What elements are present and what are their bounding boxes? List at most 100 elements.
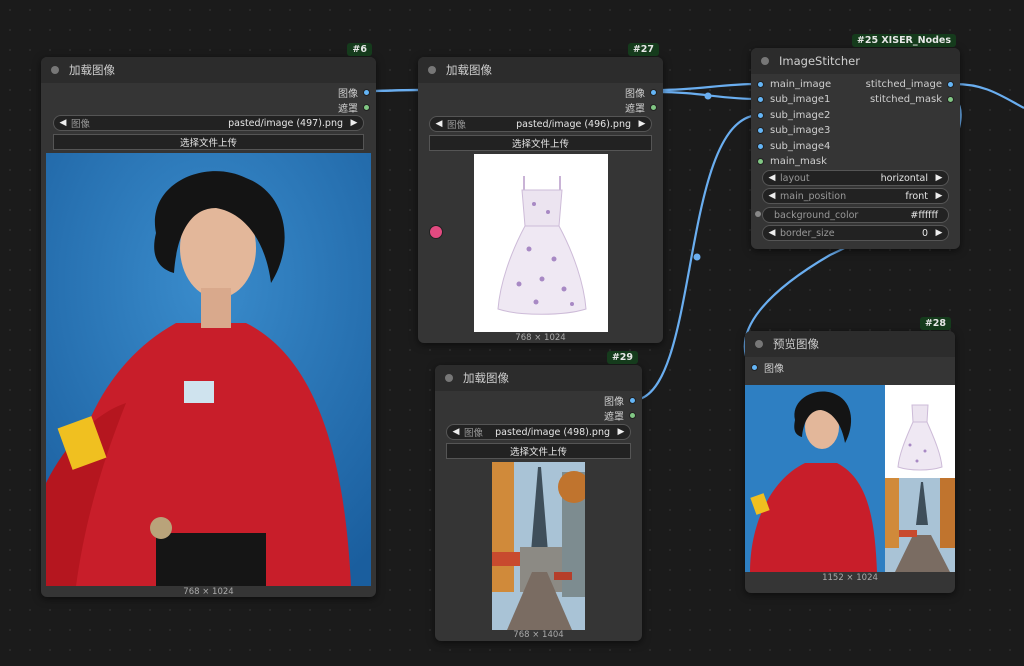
image-preview-paris-street [492, 462, 585, 630]
output-stitched-image[interactable]: stitched_image [866, 79, 954, 90]
wire-27-to-main [656, 82, 759, 92]
arrow-right-icon[interactable]: ▶ [637, 119, 647, 129]
image-stitcher-node-25[interactable]: #25 XISER_Nodes ImageStitcher main_image… [751, 34, 960, 249]
input-sub-image4[interactable]: sub_image4 [757, 141, 830, 152]
node-id-badge: #27 [627, 43, 659, 56]
mask-slot-icon[interactable] [947, 96, 954, 103]
arrow-right-icon[interactable]: ▶ [616, 427, 626, 437]
collapse-dot-icon[interactable] [761, 57, 769, 65]
input-sub-image1[interactable]: sub_image1 [757, 94, 830, 105]
output-image[interactable]: 图像 [604, 393, 636, 408]
image-size-caption: 768 × 1404 [513, 630, 564, 640]
mask-slot-icon[interactable] [363, 104, 370, 111]
output-mask[interactable]: 遮罩 [604, 408, 636, 423]
image-size-caption: 768 × 1024 [515, 333, 566, 343]
image-file-combo[interactable]: ◀ 图像 pasted/image (496).png ▶ [429, 116, 652, 132]
node-header[interactable]: 预览图像 [745, 331, 955, 357]
input-label: sub_image3 [770, 125, 831, 136]
arrow-left-icon[interactable]: ◀ [767, 173, 777, 183]
load-image-node-27[interactable]: #27 加载图像 图像 遮罩 ◀ 图像 pasted/image (496).p… [418, 43, 663, 343]
node-title: 加载图像 [463, 371, 509, 385]
wire-27-to-sub1 [656, 90, 759, 101]
arrow-right-icon[interactable]: ▶ [934, 173, 944, 183]
node-title: 加载图像 [446, 63, 492, 77]
image-file-combo[interactable]: ◀ 图像 pasted/image (497).png ▶ [53, 115, 364, 131]
output-mask[interactable]: 遮罩 [338, 100, 370, 115]
arrow-left-icon[interactable]: ◀ [767, 228, 777, 238]
input-label: 图像 [764, 364, 784, 375]
output-label: stitched_image [865, 79, 942, 90]
background-color-field[interactable]: background_color #ffffff [762, 207, 949, 223]
output-mask[interactable]: 遮罩 [625, 100, 657, 115]
image-slot-icon[interactable] [751, 364, 758, 371]
arrow-left-icon[interactable]: ◀ [767, 191, 777, 201]
input-main-image[interactable]: main_image [757, 79, 831, 90]
widget-input-dot-icon[interactable] [755, 211, 761, 217]
node-canvas[interactable]: #6 加载图像 图像 遮罩 ◀ 图像 pasted/image (497).pn… [0, 0, 1024, 666]
wire-reroute-dot [704, 92, 712, 100]
input-sub-image3[interactable]: sub_image3 [757, 125, 830, 136]
node-header[interactable]: 加载图像 [418, 57, 663, 83]
image-size-caption: 1152 × 1024 [822, 573, 878, 583]
combo-label: layout [780, 172, 810, 184]
node-header[interactable]: 加载图像 [41, 57, 376, 83]
main-position-combo[interactable]: ◀ main_position front ▶ [762, 188, 949, 204]
wire-6-to-main [369, 88, 419, 93]
stepper-value: 0 [921, 227, 928, 239]
mask-slot-icon[interactable] [757, 158, 764, 165]
collapse-dot-icon[interactable] [755, 340, 763, 348]
upload-button[interactable]: 选择文件上传 [446, 443, 631, 459]
node-header[interactable]: 加载图像 [435, 365, 642, 391]
layout-combo[interactable]: ◀ layout horizontal ▶ [762, 170, 949, 186]
arrow-right-icon[interactable]: ▶ [934, 191, 944, 201]
image-slot-icon[interactable] [947, 81, 954, 88]
input-label: sub_image2 [770, 110, 831, 121]
collapse-dot-icon[interactable] [428, 66, 436, 74]
output-image[interactable]: 图像 [338, 85, 370, 100]
image-slot-icon[interactable] [757, 96, 764, 103]
mask-slot-icon[interactable] [629, 412, 636, 419]
collapse-dot-icon[interactable] [445, 374, 453, 382]
output-image[interactable]: 图像 [625, 85, 657, 100]
arrow-right-icon[interactable]: ▶ [934, 228, 944, 238]
image-slot-icon[interactable] [757, 81, 764, 88]
stepper-label: border_size [780, 227, 835, 239]
image-slot-icon[interactable] [757, 143, 764, 150]
field-label: background_color [774, 209, 859, 221]
combo-value: pasted/image (498).png [495, 426, 610, 438]
border-size-stepper[interactable]: ◀ border_size 0 ▶ [762, 225, 949, 241]
image-slot-icon[interactable] [629, 397, 636, 404]
image-file-combo[interactable]: ◀ 图像 pasted/image (498).png ▶ [446, 424, 631, 440]
node-header[interactable]: ImageStitcher [751, 48, 960, 74]
mask-slot-icon[interactable] [650, 104, 657, 111]
image-slot-icon[interactable] [757, 127, 764, 134]
arrow-left-icon[interactable]: ◀ [434, 119, 444, 129]
input-image[interactable]: 图像 [751, 360, 784, 375]
arrow-left-icon[interactable]: ◀ [451, 427, 461, 437]
upload-button[interactable]: 选择文件上传 [53, 134, 364, 150]
wire-27-image-in [369, 88, 419, 93]
node-title: 加载图像 [69, 63, 115, 77]
node-id-badge: #28 [919, 317, 951, 330]
image-slot-icon[interactable] [650, 89, 657, 96]
wire-reroute-dot [693, 253, 701, 261]
wire-out-right [953, 82, 1024, 109]
load-image-node-6[interactable]: #6 加载图像 图像 遮罩 ◀ 图像 pasted/image (497).pn… [41, 43, 376, 597]
image-preview-dress [474, 154, 608, 332]
image-slot-icon[interactable] [757, 112, 764, 119]
load-image-node-29[interactable]: #29 加载图像 图像 遮罩 ◀ 图像 pasted/image (498).p… [435, 351, 642, 641]
collapse-dot-icon[interactable] [51, 66, 59, 74]
upload-button[interactable]: 选择文件上传 [429, 135, 652, 151]
image-slot-icon[interactable] [363, 89, 370, 96]
combo-label: 图像 [71, 119, 91, 130]
arrow-right-icon[interactable]: ▶ [349, 118, 359, 128]
input-main-mask[interactable]: main_mask [757, 156, 827, 167]
preview-image-node-28[interactable]: #28 预览图像 图像 1152 × 1024 [745, 317, 955, 593]
arrow-left-icon[interactable]: ◀ [58, 118, 68, 128]
input-sub-image2[interactable]: sub_image2 [757, 110, 830, 121]
link-pin-icon[interactable] [429, 225, 443, 239]
input-label: main_image [770, 79, 832, 90]
output-stitched-mask[interactable]: stitched_mask [870, 94, 954, 105]
combo-value: pasted/image (496).png [516, 118, 631, 130]
input-label: main_mask [770, 156, 827, 167]
